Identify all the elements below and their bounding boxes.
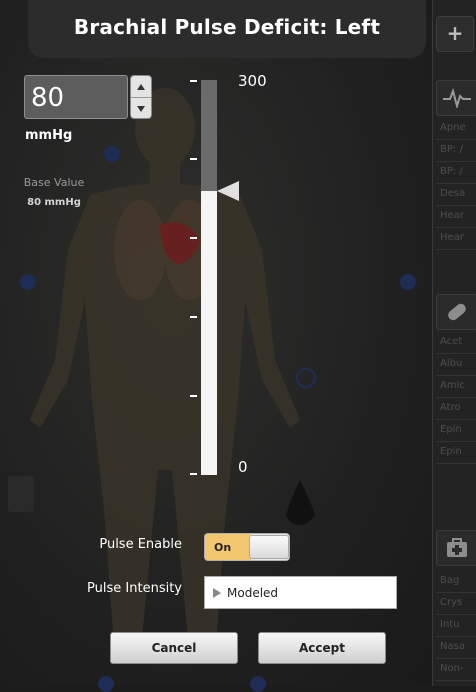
marker-dot: [98, 676, 114, 692]
caret-right-icon: [213, 587, 221, 598]
side-panel-divider: [436, 397, 476, 398]
side-panel-item[interactable]: BP: /: [440, 144, 476, 155]
accept-button[interactable]: Accept: [258, 632, 386, 664]
medkit-icon[interactable]: [436, 530, 476, 566]
slider-handle[interactable]: [217, 181, 239, 205]
slider-tick: [190, 395, 197, 397]
plus-icon[interactable]: +: [436, 16, 474, 52]
side-panel-item[interactable]: Bag: [440, 575, 476, 586]
slider-tick: [190, 473, 197, 475]
pills-icon[interactable]: [436, 294, 476, 330]
slider-tick: [190, 237, 197, 239]
marker-dot: [250, 676, 266, 692]
value-input[interactable]: 80: [24, 75, 128, 119]
marker-ring: [296, 368, 316, 388]
side-panel-divider: [436, 419, 476, 420]
side-panel-item[interactable]: Hear: [440, 232, 476, 243]
unit-label: mmHg: [25, 128, 73, 143]
toggle-on-label: On: [205, 534, 251, 560]
side-panel-item[interactable]: Apne: [440, 122, 476, 133]
side-panel-divider: [436, 375, 476, 376]
pulse-intensity-value: Modeled: [227, 585, 279, 600]
side-panel-item[interactable]: Desa: [440, 188, 476, 199]
toggle-knob[interactable]: [249, 535, 289, 559]
side-panel-item[interactable]: BP: /: [440, 166, 476, 177]
marker-dot: [400, 274, 416, 290]
base-value-label: Base Value: [23, 176, 85, 189]
side-panel-item[interactable]: Albu: [440, 358, 476, 369]
side-panel-item[interactable]: Non-: [440, 663, 476, 674]
increment-button[interactable]: [131, 76, 151, 97]
side-panel-divider: [436, 249, 476, 250]
chevron-up-icon: [137, 83, 145, 90]
side-panel-item[interactable]: Epin: [440, 446, 476, 457]
slider-tick: [190, 80, 197, 82]
pulse-intensity-label: Pulse Intensity: [87, 581, 182, 596]
pulse-enable-toggle[interactable]: On: [204, 533, 290, 561]
pulse-intensity-select[interactable]: Modeled: [204, 576, 397, 609]
decrement-button[interactable]: [131, 97, 151, 119]
value-slider-unfilled: [201, 80, 217, 191]
side-panel-divider: [436, 680, 476, 681]
pulse-enable-label: Pulse Enable: [99, 537, 182, 552]
side-panel-item[interactable]: Nasa: [440, 641, 476, 652]
slider-min-label: 0: [238, 458, 248, 476]
side-panel-divider: [436, 441, 476, 442]
side-panel-divider: [436, 658, 476, 659]
marker-dot: [104, 146, 120, 162]
side-panel-item[interactable]: Crys: [440, 597, 476, 608]
slider-tick: [190, 158, 197, 160]
side-panel-divider: [436, 139, 476, 140]
heartbeat-icon[interactable]: [436, 80, 476, 116]
value-spinner[interactable]: [130, 75, 152, 119]
side-panel-divider: [436, 592, 476, 593]
side-panel-divider: [436, 614, 476, 615]
side-panel-divider: [436, 353, 476, 354]
side-panel-divider: [436, 183, 476, 184]
chevron-down-icon: [137, 105, 145, 112]
side-panel-divider: [436, 227, 476, 228]
side-panel-item[interactable]: Intu: [440, 619, 476, 630]
side-panel-item[interactable]: Atro: [440, 402, 476, 413]
side-panel-item[interactable]: Hear: [440, 210, 476, 221]
side-panel-item[interactable]: Acet: [440, 336, 476, 347]
side-panel-divider: [436, 205, 476, 206]
base-value: 80 mmHg: [27, 197, 81, 208]
side-panel-item[interactable]: Epin: [440, 424, 476, 435]
dialog-title: Brachial Pulse Deficit: Left: [73, 15, 381, 39]
side-panel-item[interactable]: Amic: [440, 380, 476, 391]
marker-dot: [20, 274, 36, 290]
cancel-button[interactable]: Cancel: [110, 632, 238, 664]
slider-max-label: 300: [238, 72, 267, 90]
slider-tick: [190, 316, 197, 318]
side-panel-divider: [436, 463, 476, 464]
side-panel-divider: [436, 636, 476, 637]
side-panel-divider: [436, 161, 476, 162]
